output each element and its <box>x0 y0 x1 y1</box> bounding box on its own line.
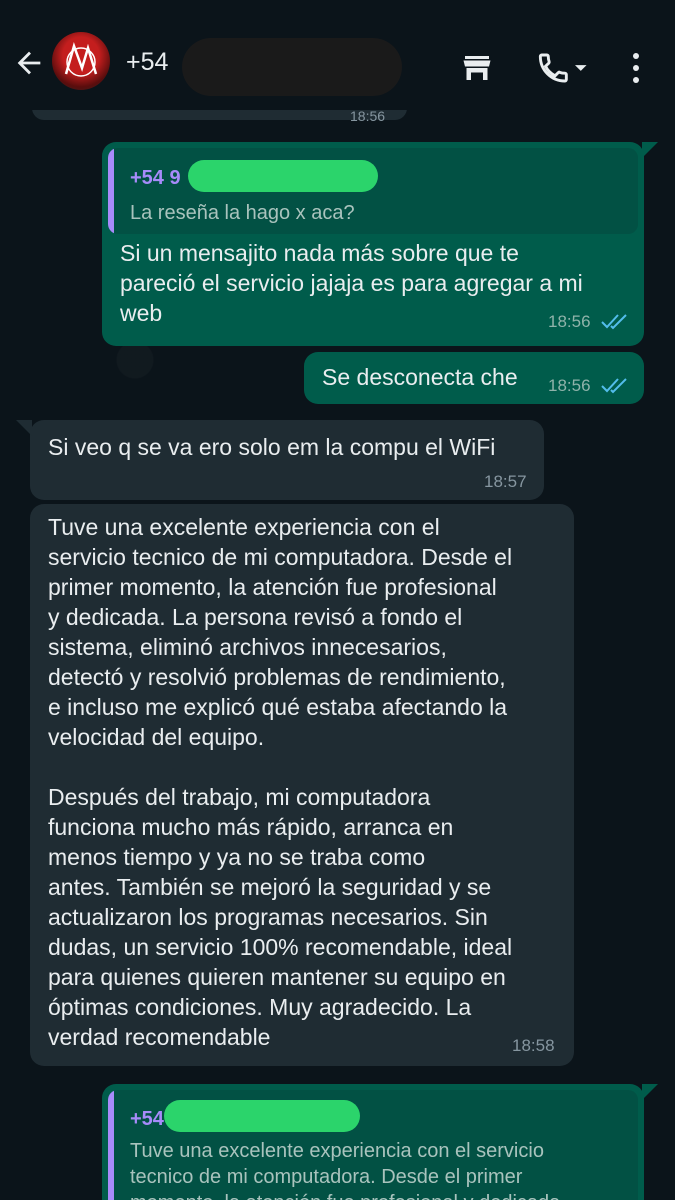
logo-mark <box>64 41 98 77</box>
more-vertical-icon[interactable] <box>624 48 648 88</box>
message-time: 18:56 <box>548 312 591 331</box>
status-bar <box>0 0 675 10</box>
incoming-message[interactable]: Si veo q se va ero solo em la compu el W… <box>16 420 544 500</box>
redacted-number <box>188 160 378 192</box>
message-list[interactable]: 18:56 +54 9 La reseña la hago x aca? Si … <box>0 110 675 1200</box>
read-receipt-icon <box>601 378 627 394</box>
quoted-message[interactable]: +54 9 La reseña la hago x aca? <box>108 148 638 234</box>
message-text: Se desconecta che <box>322 364 518 390</box>
quote-author: +54 <box>130 1108 164 1130</box>
message-time: 18:56 <box>350 110 386 124</box>
storefront-icon[interactable] <box>458 50 496 86</box>
quote-author: +54 9 <box>130 167 181 189</box>
contact-name[interactable]: +54 <box>126 48 168 77</box>
bubble-tail <box>642 142 658 158</box>
incoming-message[interactable]: Tuve una excelente experiencia con el se… <box>30 504 574 1066</box>
quote-accent-bar <box>108 148 114 234</box>
chat-header: +54 <box>0 10 675 110</box>
quote-text: Tuve una excelente experiencia con el se… <box>130 1140 560 1200</box>
message-text: Si veo q se va ero solo em la compu el W… <box>48 434 496 460</box>
quoted-message[interactable]: +54 Tuve una excelente experiencia con e… <box>108 1090 638 1200</box>
message-text: Tuve una excelente experiencia con el se… <box>48 514 513 1050</box>
bubble-tail <box>16 420 32 436</box>
quote-accent-bar <box>108 1090 114 1200</box>
bubble-tail <box>642 1084 658 1100</box>
message-time: 18:58 <box>512 1036 555 1055</box>
message-text: Si un mensajito nada más sobre que te pa… <box>120 240 583 326</box>
redacted-name <box>182 38 402 96</box>
avatar[interactable] <box>52 32 110 90</box>
message-time: 18:56 <box>548 376 591 395</box>
quote-text: La reseña la hago x aca? <box>130 202 355 224</box>
arrow-left-icon[interactable] <box>12 46 46 80</box>
read-receipt-icon <box>601 314 627 330</box>
outgoing-message[interactable]: +54 Tuve una excelente experiencia con e… <box>102 1084 658 1200</box>
outgoing-message[interactable]: +54 9 La reseña la hago x aca? Si un men… <box>102 142 658 346</box>
outgoing-message[interactable]: Se desconecta che 18:56 <box>304 352 644 404</box>
phone-icon[interactable] <box>536 50 588 86</box>
redacted-number <box>164 1100 360 1132</box>
message-time: 18:57 <box>484 472 527 491</box>
